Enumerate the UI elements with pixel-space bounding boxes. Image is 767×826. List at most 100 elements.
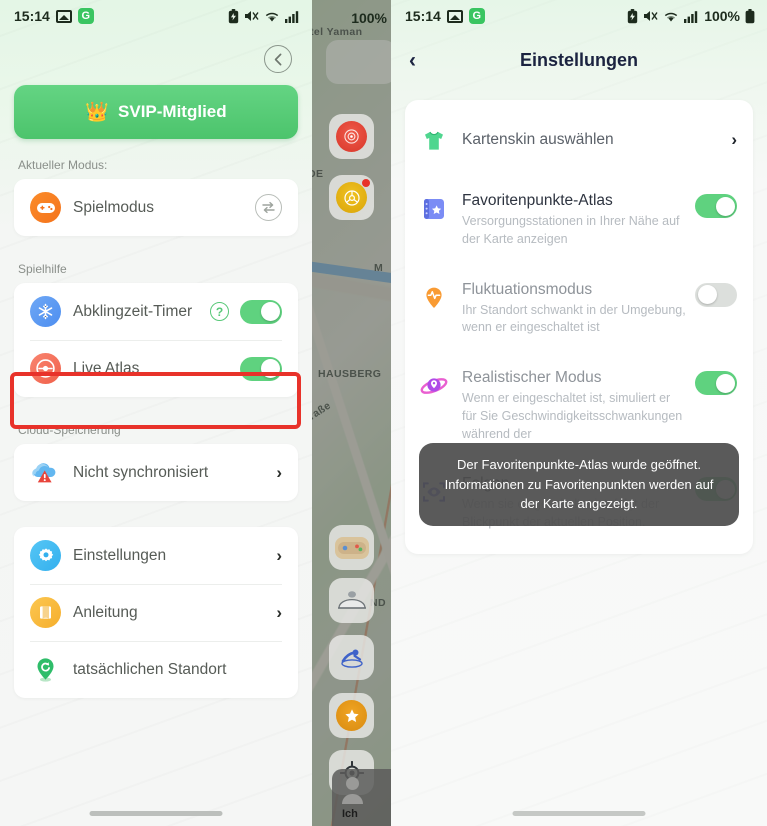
toggle-realistischer-modus[interactable] xyxy=(695,371,737,395)
location-pin-icon xyxy=(30,654,61,685)
chevron-right-icon: › xyxy=(276,546,282,565)
battery-saver-icon xyxy=(627,8,638,24)
gamepad-icon xyxy=(30,192,61,223)
crown-icon: 👑 xyxy=(85,102,110,123)
live-atlas-icon xyxy=(30,353,61,384)
map-me-label: Ich xyxy=(342,808,358,820)
notification-badge xyxy=(362,179,370,187)
battery-saver-icon xyxy=(228,8,239,24)
planet-icon xyxy=(419,371,449,401)
avatar-head xyxy=(346,777,359,790)
status-battery-left: 100% xyxy=(351,10,387,26)
home-indicator-left xyxy=(89,811,223,816)
game-help-card: Abklingzeit-Timer ? Live Atlas xyxy=(14,283,298,397)
radar-red-icon[interactable] xyxy=(329,114,374,159)
image-icon xyxy=(446,9,463,23)
map-label-hausberg: HAUSBERG xyxy=(318,368,382,380)
row-label: Abklingzeit-Timer xyxy=(73,302,193,320)
row-tatsaechlichen-standort[interactable]: tatsächlichen Standort xyxy=(14,641,298,698)
current-mode-label: Aktueller Modus: xyxy=(18,158,108,172)
chevron-right-icon: › xyxy=(731,130,737,149)
row-label: Anleitung xyxy=(73,603,138,621)
mute-icon xyxy=(244,9,259,23)
map-label-hotel: tel Yaman xyxy=(312,26,363,38)
menu-card: Einstellungen › Anleitung › tatsächliche… xyxy=(14,527,298,698)
left-panel: 15:14 G 👑 SVIP-Mitglied Aktueller Modus:… xyxy=(0,0,312,826)
row-nicht-synchronisiert[interactable]: Nicht synchronisiert › xyxy=(14,444,298,501)
map-label-de: DE xyxy=(312,168,324,180)
row-description: Wenn er eingeschaltet ist, simuliert er … xyxy=(462,391,683,441)
row-einstellungen[interactable]: Einstellungen › xyxy=(14,527,298,584)
app-g-icon: G xyxy=(468,8,485,24)
snowflake-icon xyxy=(30,296,61,327)
status-bar-left: 15:14 G xyxy=(0,0,312,32)
map-me-avatar[interactable]: Ich xyxy=(332,769,391,826)
current-mode-card: Spielmodus xyxy=(14,179,298,236)
signal-icon xyxy=(684,10,699,23)
chevron-left-icon xyxy=(274,53,281,65)
star-favorite-icon[interactable] xyxy=(329,693,374,738)
toggle-abklingzeit-timer[interactable] xyxy=(240,299,282,324)
row-live-atlas[interactable]: Live Atlas xyxy=(14,340,298,397)
game-help-label: Spielhilfe xyxy=(18,262,67,276)
row-fluktuationsmodus[interactable]: Fluktuationsmodus Ihr Standort schwankt … xyxy=(405,265,753,354)
row-title: Realistischer Modus xyxy=(462,369,602,386)
right-panel: 15:14 G 100% ‹ Einstellungen Kartenskin … xyxy=(391,0,767,826)
gear-icon xyxy=(30,540,61,571)
row-title: Favoritenpunkte-Atlas xyxy=(462,192,613,209)
svip-label: SVIP-Mitglied xyxy=(118,102,227,121)
status-battery-text: 100% xyxy=(704,8,740,24)
cloud-storage-label: Cloud-Speicherung xyxy=(18,423,121,437)
current-mode-name: Spielmodus xyxy=(73,198,154,216)
status-time: 15:14 xyxy=(14,8,50,24)
toggle-live-atlas[interactable] xyxy=(240,356,282,381)
mute-icon xyxy=(643,9,658,23)
toast-message: Der Favoritenpunkte-Atlas wurde geöffnet… xyxy=(419,443,739,526)
tshirt-icon xyxy=(419,126,449,156)
row-abklingzeit-timer[interactable]: Abklingzeit-Timer ? xyxy=(14,283,298,340)
battery-icon xyxy=(745,8,755,24)
row-favoritenpunkte-atlas[interactable]: Favoritenpunkte-Atlas Versorgungsstation… xyxy=(405,176,753,265)
cloud-card: Nicht synchronisiert › xyxy=(14,444,298,501)
toggle-favoritenpunkte-atlas[interactable] xyxy=(695,194,737,218)
row-description: Versorgungsstationen in Ihrer Nähe auf d… xyxy=(462,214,680,246)
row-title: Kartenskin auswählen xyxy=(462,131,614,148)
row-anleitung[interactable]: Anleitung › xyxy=(14,584,298,641)
home-indicator-right xyxy=(512,811,646,816)
settings-header: ‹ Einstellungen xyxy=(391,32,767,88)
steering-wheel-icon[interactable] xyxy=(329,175,374,220)
cloud-warning-icon xyxy=(30,457,61,488)
page-title: Einstellungen xyxy=(519,49,638,70)
vehicle-icon[interactable] xyxy=(329,578,374,623)
row-label: tatsächlichen Standort xyxy=(73,660,227,678)
row-title: Fluktuationsmodus xyxy=(462,280,593,298)
toggle-fluktuationsmodus[interactable] xyxy=(695,282,737,307)
app-g-icon: G xyxy=(77,8,94,24)
chevron-right-icon: › xyxy=(276,463,282,482)
wifi-icon xyxy=(663,10,679,23)
row-kartenskin-auswaehlen[interactable]: Kartenskin auswählen › xyxy=(405,104,753,176)
swimmer-icon[interactable] xyxy=(329,635,374,680)
pulse-pin-icon xyxy=(419,283,449,313)
status-bar-right: 15:14 G 100% xyxy=(391,0,767,32)
svip-banner[interactable]: 👑 SVIP-Mitglied xyxy=(14,85,298,139)
row-label: Einstellungen xyxy=(73,546,167,564)
image-icon xyxy=(55,9,72,23)
status-time: 15:14 xyxy=(405,8,441,24)
gamepad-map-icon[interactable] xyxy=(329,525,374,570)
help-icon[interactable]: ? xyxy=(210,302,229,321)
app-screenshot: 15:14 G 👑 SVIP-Mitglied Aktueller Modus:… xyxy=(0,0,767,826)
wifi-icon xyxy=(264,10,280,23)
signal-icon xyxy=(285,10,300,23)
swap-icon[interactable] xyxy=(255,194,282,221)
book-icon xyxy=(30,597,61,628)
avatar-body xyxy=(342,794,363,804)
map-top-card xyxy=(326,40,391,84)
row-description: Ihr Standort schwankt in der Umgebung, w… xyxy=(462,302,686,335)
map-label-m: M xyxy=(374,262,384,274)
back-button-left[interactable] xyxy=(264,45,292,73)
chevron-right-icon: › xyxy=(276,603,282,622)
map-panel: tel Yaman DE M HAUSBERG raße ND xyxy=(312,0,391,826)
atlas-book-icon xyxy=(419,194,449,224)
current-mode-row[interactable]: Spielmodus xyxy=(14,179,298,236)
